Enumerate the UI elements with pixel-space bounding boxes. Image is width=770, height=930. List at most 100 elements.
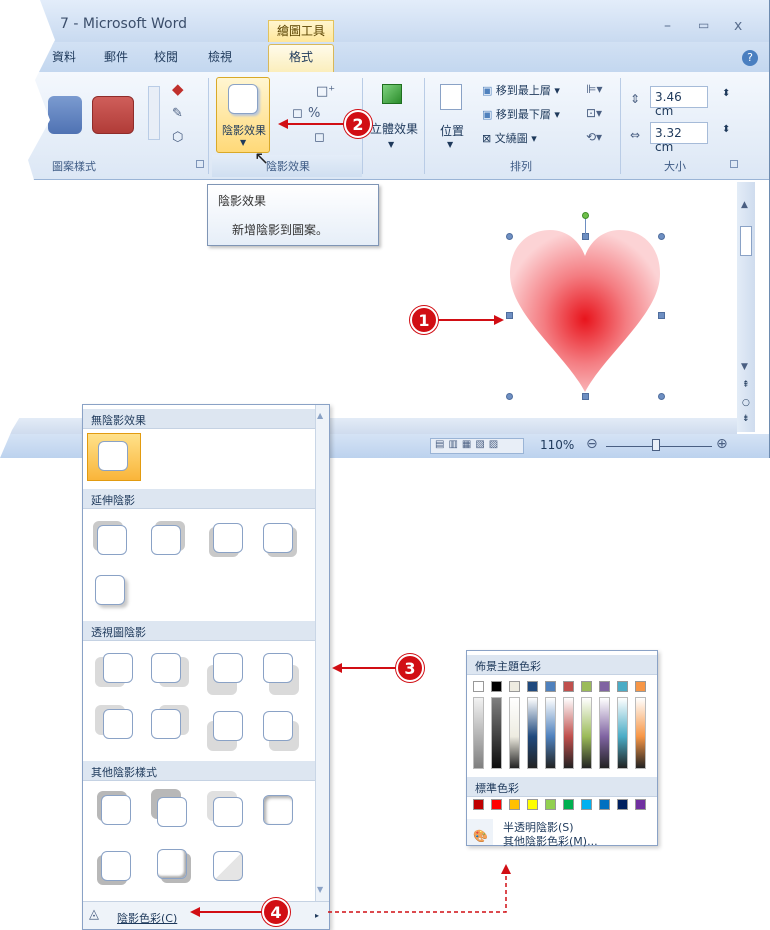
theme-shade-column[interactable] bbox=[635, 697, 646, 769]
shape-width-field[interactable]: 3.32 cm bbox=[650, 122, 708, 154]
help-icon[interactable]: ? bbox=[742, 50, 758, 66]
perspective-shadow-8[interactable] bbox=[263, 711, 293, 741]
minimize-icon[interactable]: – bbox=[664, 18, 671, 34]
perspective-shadow-3[interactable] bbox=[213, 653, 243, 683]
gallery-scrollbar[interactable] bbox=[315, 405, 329, 901]
dialog-launcher-icon[interactable] bbox=[196, 160, 204, 168]
send-to-back-button[interactable]: ▣ 移到最下層 ▾ bbox=[482, 106, 560, 122]
standard-color-swatch[interactable] bbox=[617, 799, 628, 810]
align-icon[interactable]: ⊫▾ bbox=[586, 82, 602, 96]
theme-shade-column[interactable] bbox=[563, 697, 574, 769]
standard-color-swatch[interactable] bbox=[563, 799, 574, 810]
standard-color-swatch[interactable] bbox=[491, 799, 502, 810]
theme-color-swatch[interactable] bbox=[491, 681, 502, 692]
resize-handle[interactable] bbox=[658, 312, 665, 319]
resize-handle[interactable] bbox=[658, 393, 665, 400]
tab-data[interactable]: 資料 bbox=[52, 48, 76, 65]
standard-color-swatch[interactable] bbox=[545, 799, 556, 810]
bring-to-front-button[interactable]: ▣ 移到最上層 ▾ bbox=[482, 82, 560, 98]
drop-shadow-2[interactable] bbox=[151, 525, 181, 555]
next-page-icon[interactable]: ⇟ bbox=[742, 414, 750, 424]
resize-handle[interactable] bbox=[582, 393, 589, 400]
rotation-handle[interactable] bbox=[582, 212, 589, 219]
other-shadow-6[interactable] bbox=[157, 849, 187, 879]
change-shape-icon[interactable]: ⬡ bbox=[172, 130, 183, 145]
theme-shade-column[interactable] bbox=[581, 697, 592, 769]
theme-color-swatch[interactable] bbox=[581, 681, 592, 692]
group-objects-icon[interactable]: ⊡▾ bbox=[586, 106, 602, 120]
resize-handle[interactable] bbox=[658, 233, 665, 240]
resize-handle[interactable] bbox=[506, 233, 513, 240]
shape-style-red[interactable] bbox=[92, 96, 134, 134]
theme-shade-column[interactable] bbox=[491, 697, 502, 769]
heart-shape[interactable] bbox=[510, 214, 660, 404]
other-shadow-5[interactable] bbox=[101, 851, 131, 881]
theme-shade-column[interactable] bbox=[599, 697, 610, 769]
scroll-thumb[interactable] bbox=[740, 226, 752, 256]
text-wrap-button[interactable]: ⊠ 文繞圖 ▾ bbox=[482, 130, 537, 146]
height-spinner-icon[interactable]: ⬍ bbox=[722, 88, 730, 99]
perspective-shadow-6[interactable] bbox=[151, 709, 181, 739]
theme-color-swatch[interactable] bbox=[473, 681, 484, 692]
theme-shade-column[interactable] bbox=[545, 697, 556, 769]
perspective-shadow-1[interactable] bbox=[103, 653, 133, 683]
zoom-slider-thumb[interactable] bbox=[652, 439, 660, 451]
close-icon[interactable]: x bbox=[734, 18, 742, 34]
zoom-out-icon[interactable]: ⊖ bbox=[586, 436, 598, 452]
drop-shadow-3[interactable] bbox=[213, 523, 243, 553]
other-shadow-4[interactable] bbox=[263, 795, 293, 825]
theme-shade-column[interactable] bbox=[509, 697, 520, 769]
theme-shade-column[interactable] bbox=[617, 697, 628, 769]
scroll-down-icon[interactable]: ▼ bbox=[741, 362, 748, 372]
zoom-level[interactable]: 110% bbox=[540, 438, 574, 452]
tab-review[interactable]: 校閱 bbox=[154, 48, 178, 65]
perspective-shadow-7[interactable] bbox=[213, 711, 243, 741]
gallery-scroll-up-icon[interactable]: ▲ bbox=[317, 411, 323, 420]
standard-color-swatch[interactable] bbox=[527, 799, 538, 810]
zoom-in-icon[interactable]: ⊕ bbox=[716, 436, 728, 452]
theme-shade-column[interactable] bbox=[527, 697, 538, 769]
drop-shadow-5[interactable] bbox=[95, 575, 125, 605]
shadow-effects-button[interactable]: 陰影效果 ▼ bbox=[216, 77, 270, 153]
theme-color-swatch[interactable] bbox=[509, 681, 520, 692]
theme-color-swatch[interactable] bbox=[563, 681, 574, 692]
scroll-up-icon[interactable]: ▲ bbox=[741, 200, 748, 210]
resize-handle[interactable] bbox=[582, 233, 589, 240]
drawing-tools-context-tab[interactable]: 繪圖工具 bbox=[268, 20, 334, 42]
drop-shadow-1[interactable] bbox=[97, 525, 127, 555]
browse-object-icon[interactable]: ○ bbox=[742, 398, 750, 408]
rotate-icon[interactable]: ⟲▾ bbox=[586, 130, 602, 144]
standard-color-swatch[interactable] bbox=[509, 799, 520, 810]
theme-color-swatch[interactable] bbox=[617, 681, 628, 692]
view-buttons[interactable]: ▤▥▦▧▨ bbox=[430, 438, 524, 454]
standard-color-swatch[interactable] bbox=[599, 799, 610, 810]
maximize-icon[interactable]: ▭ bbox=[698, 18, 709, 32]
theme-shade-column[interactable] bbox=[473, 697, 484, 769]
theme-color-swatch[interactable] bbox=[545, 681, 556, 692]
fill-bucket-icon[interactable]: ◆ bbox=[172, 80, 184, 98]
standard-color-swatch[interactable] bbox=[473, 799, 484, 810]
resize-handle[interactable] bbox=[506, 393, 513, 400]
theme-color-swatch[interactable] bbox=[635, 681, 646, 692]
shape-height-field[interactable]: 3.46 cm bbox=[650, 86, 708, 118]
tab-format[interactable]: 格式 bbox=[268, 44, 334, 72]
drop-shadow-4[interactable] bbox=[263, 523, 293, 553]
perspective-shadow-5[interactable] bbox=[103, 709, 133, 739]
other-shadow-3[interactable] bbox=[213, 797, 243, 827]
nudge-down-icon[interactable]: ◻ bbox=[314, 130, 325, 145]
other-shadow-7[interactable] bbox=[213, 851, 243, 881]
3d-effects-button[interactable]: 立體效果 bbox=[370, 120, 418, 137]
more-shadow-colors-item[interactable]: 其他陰影色彩(M)... bbox=[503, 833, 598, 849]
resize-handle[interactable] bbox=[506, 312, 513, 319]
perspective-shadow-4[interactable] bbox=[263, 653, 293, 683]
previous-page-icon[interactable]: ⇞ bbox=[742, 380, 750, 390]
width-spinner-icon[interactable]: ⬍ bbox=[722, 124, 730, 135]
tab-view[interactable]: 檢視 bbox=[208, 48, 232, 65]
dialog-launcher-icon[interactable] bbox=[730, 160, 738, 168]
outline-pen-icon[interactable]: ✎ bbox=[172, 106, 183, 121]
nudge-up-icon[interactable]: □⁺ bbox=[316, 84, 335, 99]
theme-color-swatch[interactable] bbox=[599, 681, 610, 692]
gallery-scroll-down-icon[interactable]: ▼ bbox=[317, 885, 323, 894]
theme-color-swatch[interactable] bbox=[527, 681, 538, 692]
perspective-shadow-2[interactable] bbox=[151, 653, 181, 683]
